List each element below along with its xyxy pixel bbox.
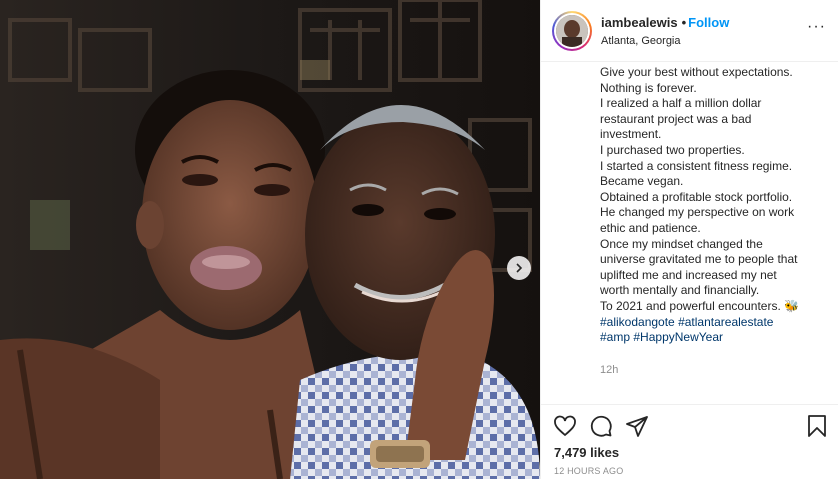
chevron-right-icon (516, 263, 523, 273)
caption-line: ethic and patience. (600, 220, 701, 235)
action-bar (541, 404, 838, 444)
caption-timestamp[interactable]: 12h (600, 364, 618, 376)
caption-line: Nothing is forever. (600, 80, 697, 95)
hashtag-line: #amp #HappyNewYear (600, 330, 830, 346)
heart-icon (554, 415, 576, 437)
post-timestamp[interactable]: 12 HOURS AGO (554, 466, 623, 476)
caption-line: Give your best without expectations. (600, 65, 793, 79)
hashtag-link[interactable]: #alikodangote (600, 315, 675, 329)
hashtag-link[interactable]: #atlantarealestate (678, 315, 773, 329)
caption-line: He changed my perspective on work (600, 205, 795, 220)
share-button[interactable] (625, 414, 649, 438)
story-ring[interactable] (552, 11, 592, 51)
comment-icon (590, 415, 612, 437)
caption-line: To 2021 and powerful encounters. 🐝 (600, 298, 800, 313)
post-header: iambealewis • Follow Atlanta, Georgia ··· (541, 0, 838, 62)
save-button[interactable] (805, 414, 829, 438)
caption-line: Became vegan. (600, 174, 684, 189)
share-icon (626, 416, 648, 437)
caption-line: Once my mindset changed the (600, 236, 763, 251)
hashtag-link[interactable]: #amp (600, 330, 630, 344)
caption-line: I started a consistent fitness regime. (600, 158, 793, 173)
hashtag-link[interactable]: #HappyNewYear (633, 330, 723, 344)
like-count[interactable]: 7,479 likes (554, 445, 619, 460)
post-sidebar: iambealewis • Follow Atlanta, Georgia ··· … (540, 0, 838, 479)
more-options-button[interactable]: ··· (807, 19, 826, 35)
bookmark-icon (808, 415, 826, 437)
caption-line: universe gravitated me to people that (600, 252, 798, 267)
caption-line: I purchased two properties. (600, 142, 745, 157)
location-link[interactable]: Atlanta, Georgia (601, 35, 681, 47)
like-button[interactable] (553, 414, 577, 438)
follow-button[interactable]: Follow (688, 15, 729, 30)
comment-button[interactable] (589, 414, 613, 438)
carousel-next-button[interactable] (507, 256, 531, 280)
caption-line: restaurant project was a bad (600, 111, 752, 126)
selfie-image (0, 0, 540, 479)
separator-dot: • (681, 15, 687, 30)
caption-line: Obtained a profitable stock portfolio. (600, 189, 793, 204)
hashtag-line: #alikodangote #atlantarealestate (600, 315, 830, 331)
username[interactable]: iambealewis (601, 15, 678, 30)
caption: Give your best without expectations. Not… (600, 65, 830, 346)
caption-line: investment. (600, 127, 662, 142)
avatar (556, 15, 588, 47)
username-row: iambealewis • Follow (601, 15, 729, 30)
post-photo[interactable] (0, 0, 540, 479)
caption-line: worth mentally and financially. (600, 283, 760, 298)
caption-line: uplifted me and increased my net (600, 267, 777, 282)
caption-line: I realized a half a million dollar (600, 96, 762, 111)
